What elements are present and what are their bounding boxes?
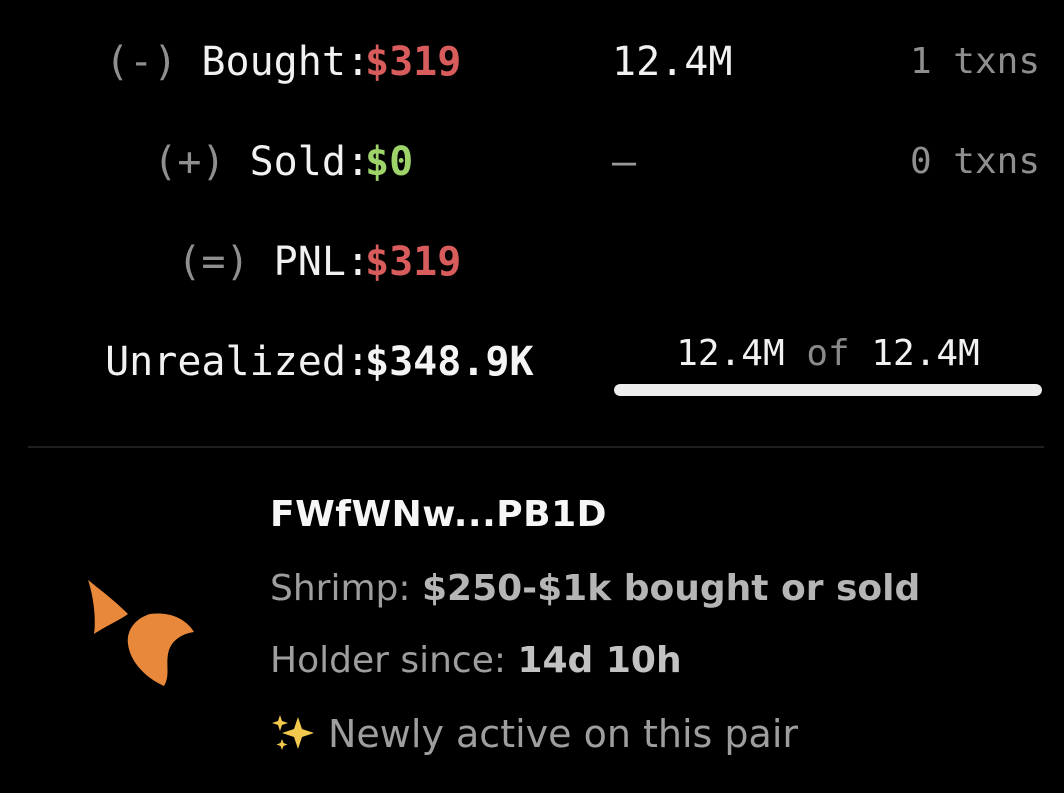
section-divider xyxy=(28,446,1044,448)
pnl-label-group: (=) PNL: xyxy=(177,232,370,292)
holding-total: 12.4M xyxy=(871,333,980,374)
pnl-row: (=) PNL: $319 xyxy=(0,232,1064,292)
holding-of: of xyxy=(806,333,850,374)
sparkles-icon xyxy=(272,715,314,750)
sold-value: $0 xyxy=(365,139,414,185)
sold-sign: (+) xyxy=(153,139,226,185)
sold-txns: 0 txns xyxy=(909,141,1040,182)
holding-amount: 12.4M xyxy=(676,333,785,374)
bought-sign: (-) xyxy=(105,39,178,85)
tier-value: $250-$1k bought or sold xyxy=(421,568,921,609)
holder-label: Holder since: xyxy=(270,640,506,681)
holding-progress-bar xyxy=(614,384,1042,396)
bought-label: Bought: xyxy=(201,39,370,85)
unrealized-label: Unrealized: xyxy=(105,339,370,385)
bought-txns: 1 txns xyxy=(909,41,1040,82)
unrealized-label-group: Unrealized: xyxy=(105,332,370,392)
sold-label-group: (+) Sold: xyxy=(153,132,370,192)
wallet-address[interactable]: FWfWNw...PB1D xyxy=(270,494,607,535)
holding-summary: 12.4M of 12.4M xyxy=(614,332,1042,376)
pnl-label: PNL: xyxy=(273,239,370,285)
pnl-sign: (=) xyxy=(177,239,250,285)
holder-line: Holder since: 14d 10h xyxy=(270,640,682,681)
tier-line: Shrimp: $250-$1k bought or sold xyxy=(270,568,920,609)
shrimp-icon xyxy=(84,574,200,690)
holder-value: 14d 10h xyxy=(517,640,682,681)
newly-active-text: Newly active on this pair xyxy=(328,712,799,756)
pnl-value: $319 xyxy=(365,239,462,285)
bought-row: (-) Bought: $319 12.4M 1 txns xyxy=(0,32,1064,92)
tier-label: Shrimp: xyxy=(270,568,411,609)
unrealized-value: $348.9K xyxy=(365,339,534,385)
sold-amount: – xyxy=(612,139,637,185)
sold-row: (+) Sold: $0 – 0 txns xyxy=(0,132,1064,192)
bought-label-group: (-) Bought: xyxy=(105,32,370,92)
holding-progress-fill xyxy=(614,384,1042,396)
bought-amount: 12.4M xyxy=(612,39,733,85)
sold-label: Sold: xyxy=(249,139,370,185)
newly-active-line: Newly active on this pair xyxy=(270,712,798,756)
bought-value: $319 xyxy=(365,39,462,85)
